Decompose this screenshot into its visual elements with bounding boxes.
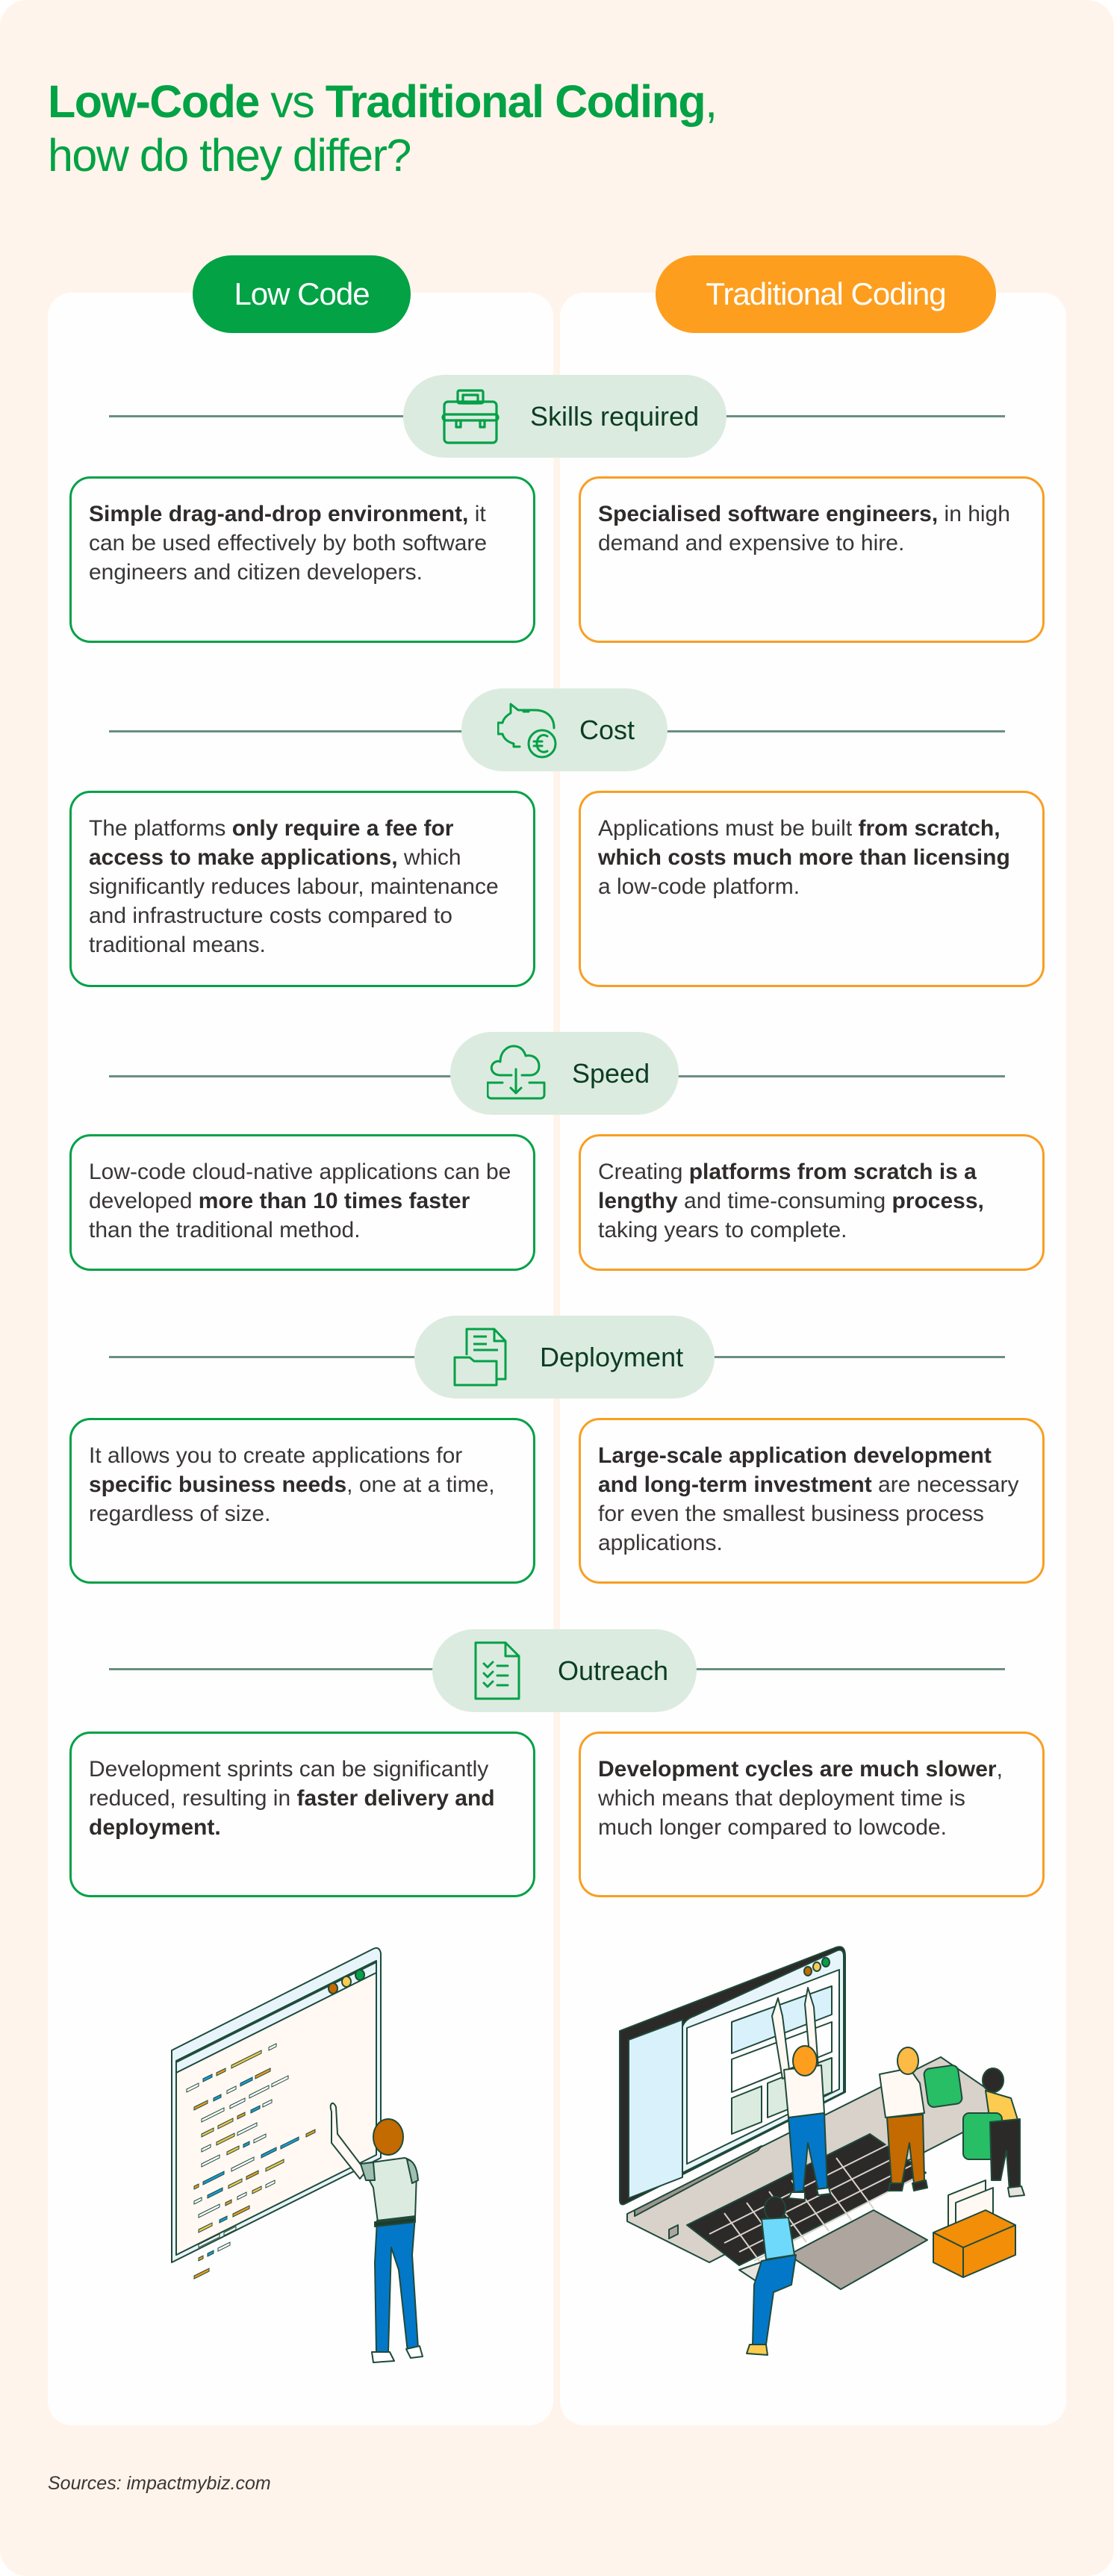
title-vs: vs (258, 76, 326, 127)
traditional-cost-text: Applications must be built from scratch,… (598, 816, 1010, 899)
section-label-speed: Speed (572, 1057, 650, 1089)
toolbox-icon (441, 388, 500, 444)
person-light-blue-shirt (761, 2217, 795, 2260)
low-code-skills-text: Simple drag-and-drop environment, it can… (89, 502, 487, 585)
orange-box (933, 2209, 1016, 2278)
traditional-outreach-text: Development cycles are much slower, whic… (598, 1757, 1003, 1840)
title-traditional-coding: Traditional Coding (325, 76, 706, 127)
traditional-deployment-box: Large-scale application development and … (579, 1418, 1045, 1584)
text-run: than the traditional method. (89, 1218, 361, 1242)
traditional-coding-header-pill: Traditional Coding (656, 255, 996, 333)
window-dot-green (821, 1957, 830, 1967)
traditional-deployment-text: Large-scale application development and … (598, 1443, 1018, 1555)
traditional-speed-text: Creating platforms from scratch is a len… (598, 1160, 984, 1242)
window-dot-red (328, 1982, 338, 1994)
text-run: a low-code platform. (598, 874, 800, 899)
section-label-outreach: Outreach (558, 1655, 669, 1686)
section-label-cost: Cost (579, 714, 635, 745)
traditional-speed-box: Creating platforms from scratch is a len… (579, 1134, 1045, 1271)
cloud-download-icon (487, 1045, 546, 1099)
page-title: Low-Code vs Traditional Coding, how do t… (48, 75, 718, 182)
bold-text-run: Specialised software engineers, (598, 502, 939, 526)
bold-text-run: specific business needs (89, 1472, 347, 1497)
low-code-speed-box: Low-code cloud-native applications can b… (69, 1134, 535, 1271)
title-subtitle: how do they differ? (48, 130, 411, 181)
title-low-code: Low-Code (48, 76, 260, 127)
section-pill-cost: Cost (461, 688, 668, 771)
bold-text-run: Simple drag-and-drop environment, (89, 502, 469, 526)
folder-document-icon (453, 1328, 507, 1386)
section-pill-speed: Speed (450, 1032, 679, 1115)
piggy-bank-euro-icon (497, 703, 557, 758)
text-run: Applications must be built (598, 816, 859, 841)
traditional-skills-text: Specialised software engineers, in high … (598, 502, 1010, 556)
low-code-outreach-text: Development sprints can be significantly… (89, 1757, 495, 1840)
person-writing-code-on-screen-illustration (171, 1947, 423, 2363)
low-code-skills-box: Simple drag-and-drop environment, it can… (69, 476, 535, 643)
text-run: Creating (598, 1160, 689, 1184)
window-dot-yellow (812, 1961, 821, 1972)
infographic-page: Low-Code vs Traditional Coding, how do t… (0, 0, 1114, 2576)
low-code-header-pill: Low Code (193, 255, 411, 333)
low-code-cost-box: The platforms only require a fee for acc… (69, 791, 535, 987)
text-run: The platforms (89, 816, 232, 841)
laptop-screen-left (628, 2019, 683, 2199)
low-code-speed-text: Low-code cloud-native applications can b… (89, 1160, 511, 1242)
section-label-deployment: Deployment (540, 1341, 684, 1372)
text-run: and time-consuming (677, 1189, 892, 1213)
bold-text-run: Development cycles are much slower (598, 1757, 997, 1782)
window-dot-yellow (341, 1976, 352, 1988)
person-orange-hair (792, 2045, 818, 2076)
traditional-coding-header-label: Traditional Coding (706, 276, 946, 311)
bold-text-run: process, (891, 1189, 984, 1213)
text-run: It allows you to create applications for (89, 1443, 463, 1468)
low-code-deployment-text: It allows you to create applications for… (89, 1443, 495, 1526)
developer-head (373, 2118, 404, 2156)
low-code-cost-text: The platforms only require a fee for acc… (89, 816, 499, 957)
section-pill-skills: Skills required (403, 375, 726, 458)
window-dot-red (803, 1966, 812, 1976)
code-card-box: {...} (933, 2180, 1016, 2278)
section-label-skills: Skills required (530, 400, 700, 432)
window-dot-green (355, 1969, 365, 1981)
developer-figure (329, 2102, 423, 2363)
team-building-app-on-laptop-illustration: {...} (619, 1946, 1025, 2356)
green-block (923, 2065, 963, 2108)
traditional-cost-box: Applications must be built from scratch,… (579, 791, 1045, 987)
traditional-skills-box: Specialised software engineers, in high … (579, 476, 1045, 643)
sources-footnote: Sources: impactmybiz.com (48, 2473, 271, 2494)
low-code-header-label: Low Code (234, 276, 370, 311)
low-code-outreach-box: Development sprints can be significantly… (69, 1732, 535, 1897)
bold-text-run: more than 10 times faster (198, 1189, 470, 1213)
low-code-deployment-box: It allows you to create applications for… (69, 1418, 535, 1584)
title-comma: , (705, 76, 718, 127)
section-pill-deployment: Deployment (414, 1316, 715, 1399)
text-run: taking years to complete. (598, 1218, 847, 1242)
developer-jeans (374, 2215, 419, 2353)
checklist-document-icon (474, 1641, 520, 1699)
traditional-outreach-box: Development cycles are much slower, whic… (579, 1732, 1045, 1897)
section-pill-outreach: Outreach (432, 1629, 697, 1712)
